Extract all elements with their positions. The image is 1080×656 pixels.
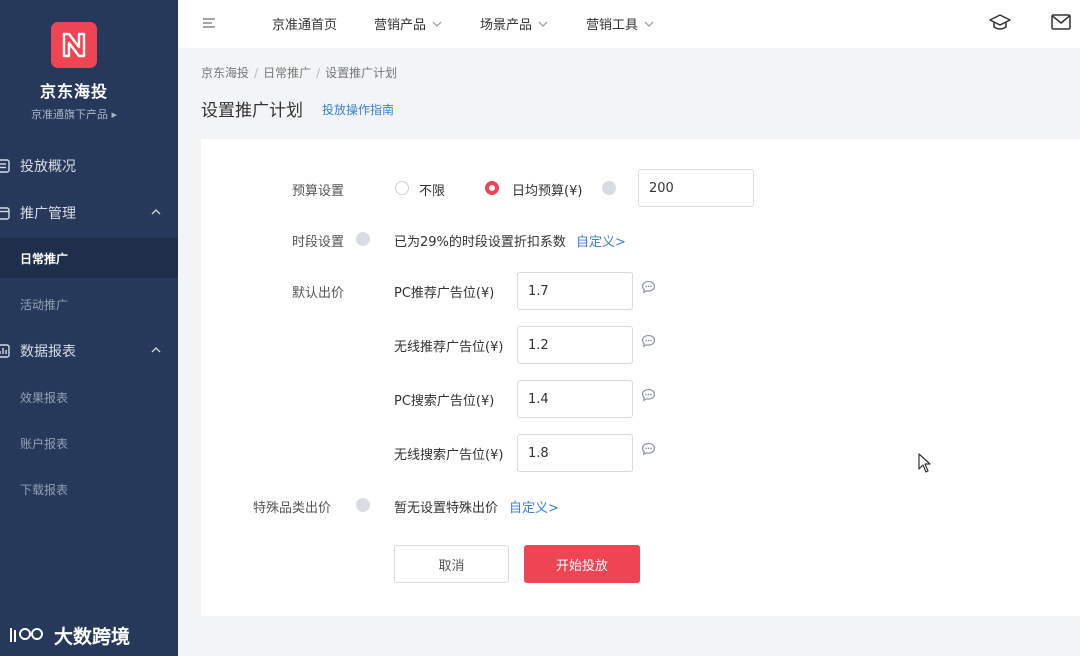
sidebar-item-data-reports[interactable]: 数据报表 [0, 331, 178, 371]
sidebar-item-label: 账户报表 [20, 436, 69, 451]
breadcrumb-item[interactable]: 京东海投 [201, 66, 249, 80]
dashboard-icon [0, 159, 10, 173]
topnav-marketing-products[interactable]: 营销产品 [374, 14, 442, 33]
sidebar-item-label: 日常推广 [20, 251, 69, 266]
breadcrumb-item[interactable]: 日常推广 [263, 66, 311, 80]
topnav-label: 营销工具 [586, 18, 639, 33]
folder-icon [0, 207, 10, 220]
brand-subtitle-link[interactable]: 京准通旗下产品 ▸ [0, 106, 148, 122]
comment-icon[interactable] [641, 280, 656, 294]
sidebar: 京东海投 京准通旗下产品 ▸ 投放概况 推广管理 日常推广 活动推广 数据报表 … [0, 0, 178, 656]
help-icon[interactable] [356, 232, 370, 246]
comment-icon[interactable] [641, 442, 656, 456]
sidebar-item-label: 推广管理 [20, 206, 76, 222]
plan-form-card: 预算设置 不限 日均预算(¥) 200 时段设置 已为29%的时段设置折扣系数 … [201, 139, 1080, 616]
mobile-search-bid-input[interactable]: 1.8 [517, 434, 633, 472]
special-bid-label: 特殊品类出价 [253, 501, 332, 516]
watermark: 大数跨境 [8, 620, 130, 650]
bid-row-label: PC搜索广告位(¥) [394, 394, 495, 409]
time-description: 已为29%的时段设置折扣系数 [394, 235, 566, 250]
start-launch-button[interactable]: 开始投放 [524, 545, 640, 583]
sidebar-item-account-report[interactable]: 账户报表 [0, 423, 178, 463]
cancel-button[interactable]: 取消 [394, 545, 509, 583]
budget-daily-radio[interactable] [485, 181, 499, 195]
top-bar: 京准通首页 营销产品 场景产品 营销工具 [178, 0, 1080, 48]
page-title: 设置推广计划 [201, 101, 303, 121]
sidebar-item-promotion-management[interactable]: 推广管理 [0, 193, 178, 233]
comment-icon[interactable] [641, 334, 656, 348]
sidebar-item-overview[interactable]: 投放概况 [0, 146, 178, 186]
graduation-cap-icon[interactable] [989, 13, 1011, 33]
mail-icon[interactable] [1051, 13, 1071, 31]
special-customize-link[interactable]: 自定义> [509, 497, 559, 516]
sidebar-item-event-promotion[interactable]: 活动推广 [0, 284, 178, 324]
topnav-marketing-tools[interactable]: 营销工具 [586, 14, 654, 33]
help-icon[interactable] [602, 181, 616, 195]
daily-budget-input[interactable]: 200 [638, 169, 754, 207]
sidebar-item-label: 数据报表 [20, 344, 76, 360]
special-bid-description: 暂无设置特殊出价 [394, 501, 499, 516]
mouse-cursor-icon [918, 453, 931, 473]
sidebar-item-label: 效果报表 [20, 390, 69, 405]
bid-row-label: 无线推荐广告位(¥) [394, 340, 504, 355]
sidebar-item-label: 投放概况 [20, 159, 76, 175]
chevron-up-icon [151, 347, 161, 353]
watermark-logo-icon [10, 628, 43, 642]
pc-recommend-bid-input[interactable]: 1.7 [517, 272, 633, 310]
breadcrumb: 京东海投 / 日常推广 / 设置推广计划 [201, 66, 398, 80]
topnav-label: 京准通首页 [272, 18, 338, 33]
watermark-text: 大数跨境 [54, 625, 131, 648]
topnav-scene-products[interactable]: 场景产品 [480, 14, 548, 33]
budget-daily-label: 日均预算(¥) [512, 184, 583, 199]
topnav-home[interactable]: 京准通首页 [272, 14, 337, 33]
sidebar-item-daily-promotion[interactable]: 日常推广 [0, 238, 178, 278]
breadcrumb-current: 设置推广计划 [325, 66, 398, 80]
bid-label: 默认出价 [292, 286, 345, 301]
budget-unlimited-radio[interactable] [395, 181, 409, 195]
topnav-label: 场景产品 [480, 18, 533, 33]
bid-row-label: PC推荐广告位(¥) [394, 286, 495, 301]
mobile-recommend-bid-input[interactable]: 1.2 [517, 326, 633, 364]
budget-unlimited-label: 不限 [419, 184, 446, 199]
topnav-label: 营销产品 [374, 18, 427, 33]
sidebar-item-download-report[interactable]: 下载报表 [0, 469, 178, 509]
sidebar-item-label: 下载报表 [20, 482, 69, 497]
chevron-down-icon [644, 21, 654, 27]
chevron-down-icon [432, 21, 442, 27]
time-customize-link[interactable]: 自定义> [576, 231, 626, 250]
app-root: 京东海投 京准通旗下产品 ▸ 投放概况 推广管理 日常推广 活动推广 数据报表 … [0, 0, 1080, 656]
guide-link[interactable]: 投放操作指南 [322, 101, 394, 118]
logo-n-icon [62, 32, 86, 58]
bid-row-label: 无线搜索广告位(¥) [394, 448, 504, 463]
report-icon [0, 344, 10, 358]
chevron-up-icon [151, 209, 161, 215]
pc-search-bid-input[interactable]: 1.4 [517, 380, 633, 418]
help-icon[interactable] [356, 498, 370, 512]
menu-toggle-icon[interactable] [202, 17, 216, 29]
sidebar-item-performance-report[interactable]: 效果报表 [0, 377, 178, 417]
comment-icon[interactable] [641, 388, 656, 402]
budget-label: 预算设置 [292, 184, 345, 199]
time-label: 时段设置 [292, 235, 345, 250]
brand-logo [51, 22, 97, 68]
brand-title: 京东海投 [39, 82, 108, 101]
chevron-down-icon [538, 21, 548, 27]
sidebar-item-label: 活动推广 [20, 297, 69, 312]
